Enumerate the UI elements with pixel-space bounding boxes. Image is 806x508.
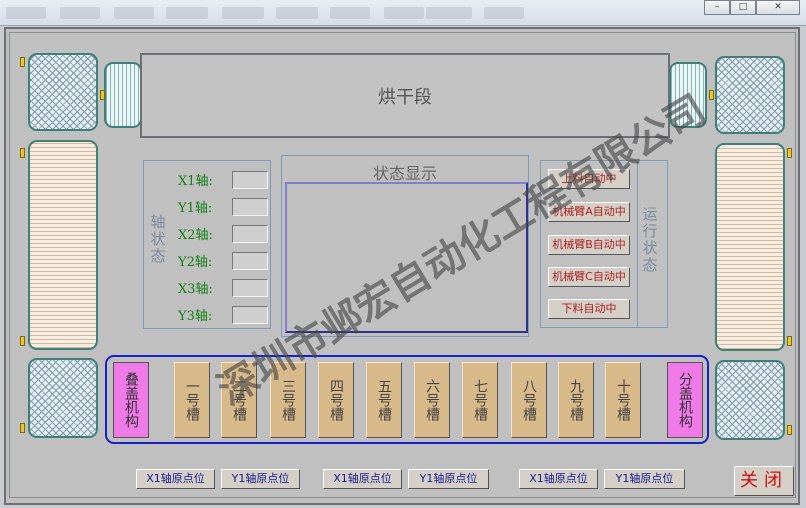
sensor-marker [787, 425, 792, 435]
maximize-button[interactable]: □ [730, 0, 756, 15]
sensor-marker [20, 336, 25, 346]
menu-item[interactable] [60, 7, 100, 19]
sensor-marker [787, 336, 792, 346]
axis-label: X3轴: [178, 282, 213, 297]
menu-item[interactable] [484, 7, 524, 19]
menu-item[interactable] [276, 7, 318, 19]
sensor-marker [20, 57, 25, 67]
tank-7[interactable]: 七号槽 [462, 362, 498, 438]
axis-row: Y3轴: [178, 301, 268, 328]
sensor-marker [20, 148, 25, 158]
home-btn-x1-3[interactable]: X1轴原点位 [519, 469, 598, 489]
sensor-marker [100, 90, 105, 100]
left-buffer [28, 140, 98, 350]
status-display-title: 状态显示 [372, 164, 437, 183]
run-btn-arm-c-auto[interactable]: 机械臂C自动中 [548, 267, 630, 287]
sensor-marker [709, 90, 714, 100]
axis-label: X1轴: [178, 174, 213, 189]
menu-item[interactable] [166, 7, 208, 19]
minimize-button[interactable]: – [704, 0, 730, 15]
sensor-marker [20, 423, 25, 433]
menu-item[interactable] [384, 7, 424, 19]
axis-value-x3 [232, 278, 268, 297]
axis-list: X1轴: Y1轴: X2轴: Y2轴: X3轴: Y3轴: [178, 166, 268, 328]
axis-value-y3 [232, 305, 268, 324]
axis-value-x1 [232, 170, 268, 189]
axis-value-y1 [232, 197, 268, 216]
home-btn-y1-2[interactable]: Y1轴原点位 [408, 469, 489, 489]
menu-item[interactable] [222, 7, 264, 19]
axis-row: X3轴: [178, 274, 268, 301]
axis-label: Y1轴: [178, 201, 213, 216]
axis-panel-title: 轴状态 [150, 213, 166, 265]
tank-1[interactable]: 一号槽 [174, 362, 210, 438]
run-btn-loading-auto[interactable]: 上料自动中 [548, 169, 630, 189]
tank-10[interactable]: 十号槽 [605, 362, 641, 438]
menu-item[interactable] [426, 7, 472, 19]
left-top-conveyor [104, 62, 142, 128]
axis-row: X1轴: [178, 166, 268, 193]
menu-bar: – □ ✕ [0, 0, 806, 26]
tank-5[interactable]: 五号槽 [366, 362, 402, 438]
axis-row: X2轴: [178, 220, 268, 247]
left-top-station [28, 53, 98, 131]
tank-9[interactable]: 九号槽 [558, 362, 594, 438]
right-bottom-station [715, 360, 785, 440]
sensor-marker [787, 148, 792, 158]
status-display-area [285, 182, 528, 333]
right-buffer [715, 143, 785, 351]
home-btn-x1-1[interactable]: X1轴原点位 [136, 469, 215, 489]
drying-section: 烘干段 [140, 53, 670, 138]
tank-2[interactable]: 二号槽 [221, 362, 257, 438]
run-btn-unloading-auto[interactable]: 下料自动中 [548, 299, 630, 319]
axis-row: Y2轴: [178, 247, 268, 274]
run-btn-arm-a-auto[interactable]: 机械臂A自动中 [548, 202, 630, 222]
close-button[interactable]: 关闭 [734, 466, 794, 496]
right-top-conveyor [669, 62, 707, 128]
run-btn-arm-b-auto[interactable]: 机械臂B自动中 [548, 235, 630, 255]
home-btn-y1-1[interactable]: Y1轴原点位 [221, 469, 300, 489]
axis-label: Y3轴: [178, 309, 213, 324]
home-btn-y1-3[interactable]: Y1轴原点位 [604, 469, 685, 489]
menu-item[interactable] [114, 7, 154, 19]
stack-mechanism[interactable]: 叠盖机构 [113, 362, 149, 438]
run-panel-divider [637, 160, 638, 328]
axis-row: Y1轴: [178, 193, 268, 220]
axis-value-y2 [232, 251, 268, 270]
split-mechanism[interactable]: 分盖机构 [667, 362, 703, 438]
window-close-button[interactable]: ✕ [756, 0, 800, 15]
run-panel-title: 运行状态 [642, 205, 658, 274]
tank-8[interactable]: 八号槽 [511, 362, 547, 438]
left-bottom-station [28, 358, 98, 438]
right-top-station [715, 56, 785, 134]
home-btn-x1-2[interactable]: X1轴原点位 [323, 469, 402, 489]
menu-item[interactable] [6, 7, 46, 19]
tank-4[interactable]: 四号槽 [318, 362, 354, 438]
tank-6[interactable]: 六号槽 [414, 362, 450, 438]
axis-label: X2轴: [178, 228, 213, 243]
tank-3[interactable]: 三号槽 [270, 362, 306, 438]
drying-label: 烘干段 [378, 86, 432, 108]
axis-value-x2 [232, 224, 268, 243]
menu-item[interactable] [330, 7, 370, 19]
axis-label: Y2轴: [178, 255, 213, 270]
